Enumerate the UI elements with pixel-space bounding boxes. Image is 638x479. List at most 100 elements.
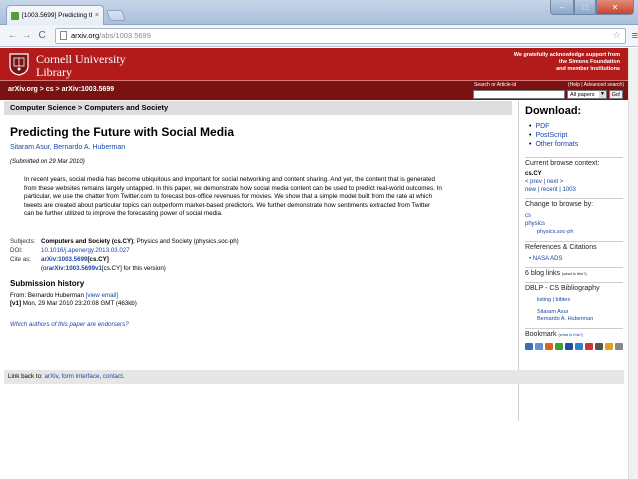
divider [525,241,623,242]
secondary-subject: ; Physics and Society (physics.soc-ph) [133,238,239,245]
footer-prefix: Link back to: [8,373,45,380]
divider [525,198,623,199]
primary-subject: Computers and Society (cs.CY) [41,238,134,245]
blog-links[interactable]: 6 blog links (what is this?) [525,270,587,277]
bookmark-service-icon[interactable] [555,343,563,350]
bookmark-service-icon[interactable] [615,343,623,350]
dblp-author-link[interactable]: Bernardo A. Huberman [537,316,593,322]
nasa-ads-label: NASA ADS [532,256,563,262]
browse-context-value: cs.CY [525,171,542,177]
browse-physics-soc-link[interactable]: physics.soc-ph [537,229,573,235]
breadcrumb[interactable]: arXiv.org > cs > arXiv:1003.5699 [8,86,114,93]
search-scope-select[interactable]: All papers ▼ [567,90,607,99]
abstract-line: In recent years, social media has become… [24,176,435,183]
submitter-line: From: Bernardo Huberman [view email] [10,292,118,299]
bookmark-service-icon[interactable] [595,343,603,350]
cite-category: [cs.CY] [87,256,109,263]
dblp-listing-links[interactable]: listing | bibtex [537,297,570,303]
cite-version-link[interactable]: arXiv:1003.5699v1 [49,264,102,273]
abstract-line: from these websites remains largely unta… [24,184,442,192]
cite-id-link[interactable]: arXiv:1003.5699 [41,255,87,264]
submitter-text: From: Bernardo Huberman [10,292,86,299]
search-label: Search or Article-id [474,82,517,88]
bookmark-service-icon[interactable] [575,343,583,350]
page-icon [59,31,67,40]
bookmark-service-icon[interactable] [535,343,543,350]
blog-links-label: 6 blog links [525,270,561,277]
doi-label: DOI: [10,247,23,254]
abstract-line: can be further utilized to improve the f… [24,210,223,217]
nasa-ads-link[interactable]: • NASA ADS [529,256,562,262]
footer-arxiv-link[interactable]: arXiv [44,373,58,380]
page-title: Predicting the Future with Social Media [10,125,235,139]
new-recent-links[interactable]: new | recent | 1003 [525,187,576,193]
metadata-table: Subjects: Computers and Society (cs.CY) … [10,237,239,273]
browser-toolbar: ← → C arxiv.org/abs/1003.5699 ☆ ≡ [0,25,638,47]
browse-physics-link[interactable]: physics [525,221,545,227]
url-host: arxiv.org [70,31,100,40]
view-email-link[interactable]: [view email] [86,292,118,299]
browse-cs-link[interactable]: cs [525,213,531,219]
other-formats-link[interactable]: Other formats [529,140,578,149]
new-tab-button[interactable] [105,10,127,21]
browser-menu-icon[interactable]: ≡ [632,30,638,42]
forward-arrow-icon[interactable]: → [20,30,34,41]
cornell-header: Cornell University Library We gratefully… [0,48,628,80]
change-browse-label: Change to browse by: [525,201,594,208]
bookmark-star-icon[interactable]: ☆ [613,30,621,41]
whats-this-link[interactable]: (what is this?) [562,271,587,276]
bookmark-service-icon[interactable] [525,343,533,350]
arxiv-navbar: arXiv.org > cs > arXiv:1003.5699 Search … [0,80,628,100]
cornell-seal-icon[interactable] [8,52,30,76]
back-arrow-icon[interactable]: ← [6,30,20,41]
bookmark-service-icon[interactable] [605,343,613,350]
minimize-button[interactable]: – [550,0,574,15]
reload-icon[interactable]: C [35,30,49,41]
page-content: Cornell University Library We gratefully… [0,48,628,479]
cornell-name-line2[interactable]: Library [36,65,72,80]
footer-end: . [122,373,125,380]
version-text: Mon, 29 Mar 2010 23:20:08 GMT (463kb) [21,300,137,307]
bookmark-service-icon[interactable] [585,343,593,350]
subject-header: Computer Science > Computers and Society [4,101,512,115]
authors-list[interactable]: Sitaram Asur, Bernardo A. Huberman [10,144,125,151]
divider [525,328,623,329]
bookmark-service-icon[interactable] [565,343,573,350]
pdf-link[interactable]: PDF [529,122,578,131]
bookmark-service-icon[interactable] [545,343,553,350]
footer-contact-link[interactable]: contact [103,373,123,380]
cite-suffix: [cs.CY] for this version) [101,265,166,272]
cite-prefix: (or [41,265,49,272]
prev-next-links[interactable]: < prev | next > [525,179,563,185]
vertical-scrollbar[interactable] [628,48,638,479]
postscript-link[interactable]: PostScript [529,131,578,140]
cite-version-row: (or arXiv:1003.5699v1 [cs.CY] for this v… [10,264,239,273]
endorsers-link[interactable]: Which authors of this paper are endorser… [10,321,129,328]
help-links[interactable]: (Help | Advanced search) [568,82,624,88]
maximize-button[interactable]: □ [574,0,596,15]
url-path: /abs/1003.5699 [99,31,151,40]
dblp-author-link[interactable]: Sitaram Asur [537,309,568,315]
bookmark-title: Bookmark (what is this?) [525,331,583,338]
tab-close-icon[interactable]: × [95,12,99,19]
ack-line: and member institutions [556,66,620,72]
cite-label: Cite as: [10,256,31,263]
browse-context-label: Current browse context: [525,160,600,167]
divider [525,157,623,158]
divider [525,282,623,283]
browser-tab[interactable]: [1003.5699] Predicting th × [6,5,104,25]
close-window-button[interactable]: ✕ [596,0,634,15]
search-input[interactable] [473,90,565,99]
submission-history-title: Submission history [10,279,85,288]
ack-line: the Simons Foundation [558,59,620,65]
address-bar[interactable]: arxiv.org/abs/1003.5699 ☆ [54,27,626,44]
doi-link[interactable]: 10.1016/j.apenergy.2013.03.027 [41,246,130,255]
abstract-line: particular, we use the chatter from Twit… [24,193,433,200]
search-scope-value: All papers [570,92,595,98]
bookmark-whats-this-link[interactable]: (what is this?) [558,332,583,337]
search-go-button[interactable]: Go! [609,90,623,99]
footer-form-link[interactable]: form interface [62,373,100,380]
cite-row: Cite as: arXiv:1003.5699 [cs.CY] [10,255,239,264]
footer-bar: Link back to: arXiv, form interface, con… [4,370,624,384]
